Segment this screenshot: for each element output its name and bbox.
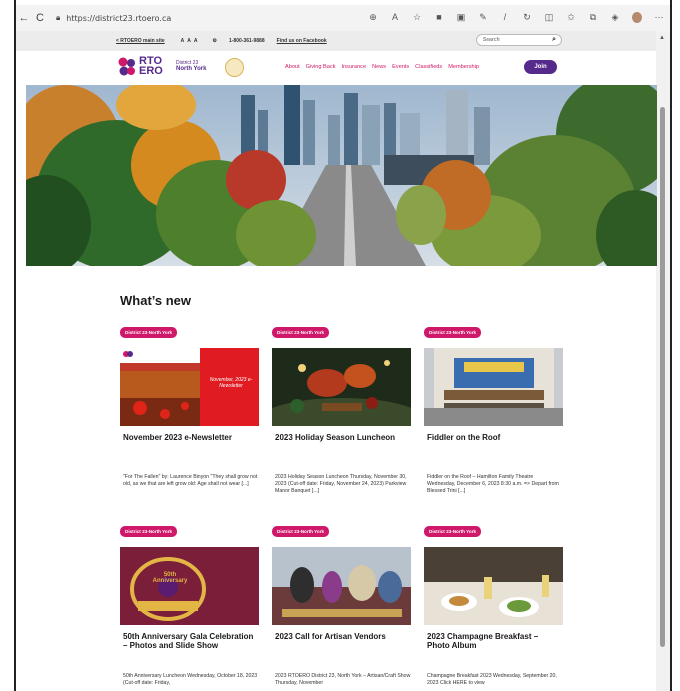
facebook-link[interactable]: Find us on Facebook bbox=[277, 38, 327, 44]
card-title[interactable]: November 2023 e-Newsletter bbox=[123, 433, 259, 442]
card-title[interactable]: 2023 Call for Artisan Vendors bbox=[275, 632, 411, 641]
category-tag[interactable]: District 23-North York bbox=[424, 327, 482, 338]
browser-toolbar: ← C 🔒︎ https://district23.rtoero.ca ⊕ A … bbox=[16, 5, 670, 31]
avatar[interactable] bbox=[632, 11, 642, 25]
category-tag[interactable]: District 23-North York bbox=[120, 526, 178, 537]
card-title[interactable]: Fiddler on the Roof bbox=[427, 433, 563, 442]
page-scrollbar[interactable]: ▲ bbox=[656, 31, 670, 691]
card-title[interactable]: 2023 Holiday Season Luncheon bbox=[275, 433, 411, 442]
district-region: North York bbox=[176, 66, 207, 72]
utility-bar: < RTOERO main site A A A ⚙ 1-800-361-988… bbox=[16, 31, 656, 51]
main-nav: About Giving Back Insurance News Events … bbox=[285, 64, 479, 70]
card-title[interactable]: 2023 Champagne Breakfast – Photo Album bbox=[427, 632, 563, 650]
site-header: RTO ERO District 23 North York About Giv… bbox=[16, 51, 656, 85]
card-excerpt: Champagne Breakfast 2023 Wednesday, Sept… bbox=[427, 673, 557, 686]
card-title[interactable]: 50th Anniversary Gala Celebration – Phot… bbox=[123, 632, 259, 650]
rtoero-main-site-link[interactable]: < RTOERO main site bbox=[116, 38, 165, 44]
settings-gear-icon[interactable]: ⚙ bbox=[213, 38, 217, 44]
card-excerpt: 2023 RTOERO District 23, North York – Ar… bbox=[275, 673, 411, 686]
shield-icon[interactable]: ◈ bbox=[610, 12, 620, 25]
card-excerpt: 2023 Holiday Season Luncheon Thursday, N… bbox=[275, 474, 407, 494]
champagne-breakfast-thumbnail[interactable] bbox=[424, 547, 563, 625]
favorite-star-icon[interactable]: ☆ bbox=[412, 12, 422, 25]
phone-number: 1-800-361-9888 bbox=[229, 38, 265, 44]
card-excerpt: 50th Anniversary Luncheon Wednesday, Oct… bbox=[123, 673, 258, 686]
holiday-luncheon-thumbnail[interactable] bbox=[272, 348, 411, 426]
nav-about[interactable]: About bbox=[285, 64, 300, 70]
zoom-icon[interactable]: ⊕ bbox=[368, 12, 378, 25]
pen-icon[interactable]: ✎ bbox=[478, 12, 488, 25]
nav-giving-back[interactable]: Giving Back bbox=[306, 64, 336, 70]
lock-icon: 🔒︎ bbox=[56, 13, 61, 22]
anniversary-gala-thumbnail[interactable] bbox=[120, 547, 259, 625]
font-size-controls[interactable]: A A A bbox=[181, 38, 199, 44]
district-label: District 23 North York bbox=[176, 60, 206, 72]
browser-tools: ⊕ A ☆ ■ ▣ ✎ / ↻ ◫ ✩ ⧉ ◈ ⋯ bbox=[368, 11, 664, 25]
search-placeholder: Search bbox=[483, 37, 500, 43]
search-icon[interactable]: ⌕ bbox=[552, 36, 556, 44]
office-icon[interactable]: ▣ bbox=[456, 12, 466, 25]
url-text[interactable]: https://district23.rtoero.ca bbox=[66, 14, 171, 23]
logo-line2: ERO bbox=[139, 65, 163, 77]
fiddler-theatre-thumbnail[interactable] bbox=[424, 348, 563, 426]
category-tag[interactable]: District 23-North York bbox=[272, 526, 330, 537]
hero-city-image bbox=[26, 85, 657, 266]
card-excerpt: "For The Fallen" by: Laurence Binyon "Th… bbox=[123, 474, 258, 487]
thumbnail-caption: November, 2023 e-Newsletter bbox=[209, 377, 253, 389]
nav-classifieds[interactable]: Classifieds bbox=[415, 64, 442, 70]
join-button[interactable]: Join bbox=[524, 60, 557, 74]
anniversary-seal-icon bbox=[225, 58, 244, 77]
category-tag[interactable]: District 23-North York bbox=[120, 327, 178, 338]
collections-icon[interactable]: ⧉ bbox=[588, 12, 598, 25]
split-screen-icon[interactable]: ◫ bbox=[544, 12, 554, 25]
artisan-vendors-thumbnail[interactable] bbox=[272, 547, 411, 625]
nav-news[interactable]: News bbox=[372, 64, 386, 70]
scroll-up-icon[interactable]: ▲ bbox=[659, 35, 665, 41]
rtoero-logo-icon[interactable] bbox=[118, 57, 136, 77]
section-title: What’s new bbox=[120, 293, 192, 308]
favorites-icon[interactable]: ✩ bbox=[566, 12, 576, 25]
nav-insurance[interactable]: Insurance bbox=[341, 64, 366, 70]
back-arrow-icon[interactable]: ← bbox=[16, 12, 32, 24]
refresh-extension-icon[interactable]: ↻ bbox=[522, 12, 532, 25]
extension-icon[interactable]: ■ bbox=[434, 12, 444, 25]
category-tag[interactable]: District 23-North York bbox=[424, 526, 482, 537]
search-input[interactable]: Search ⌕ bbox=[476, 34, 562, 46]
read-aloud-icon[interactable]: A bbox=[390, 12, 400, 25]
browser-window: ← C 🔒︎ https://district23.rtoero.ca ⊕ A … bbox=[14, 0, 672, 691]
address-bar[interactable]: 🔒︎ https://district23.rtoero.ca bbox=[56, 13, 246, 23]
scrollbar-thumb[interactable] bbox=[660, 107, 665, 647]
refresh-icon[interactable]: C bbox=[32, 12, 48, 24]
nav-events[interactable]: Events bbox=[392, 64, 409, 70]
thumbnail-caption: 50th Anniversary bbox=[152, 572, 188, 584]
nav-membership[interactable]: Membership bbox=[448, 64, 479, 70]
logo-wordmark[interactable]: RTO ERO bbox=[139, 56, 163, 77]
brush-icon[interactable]: / bbox=[500, 12, 510, 25]
card-excerpt: Fiddler on the Roof – Hamilton Family Th… bbox=[427, 474, 559, 494]
more-menu-icon[interactable]: ⋯ bbox=[654, 12, 664, 25]
category-tag[interactable]: District 23-North York bbox=[272, 327, 330, 338]
